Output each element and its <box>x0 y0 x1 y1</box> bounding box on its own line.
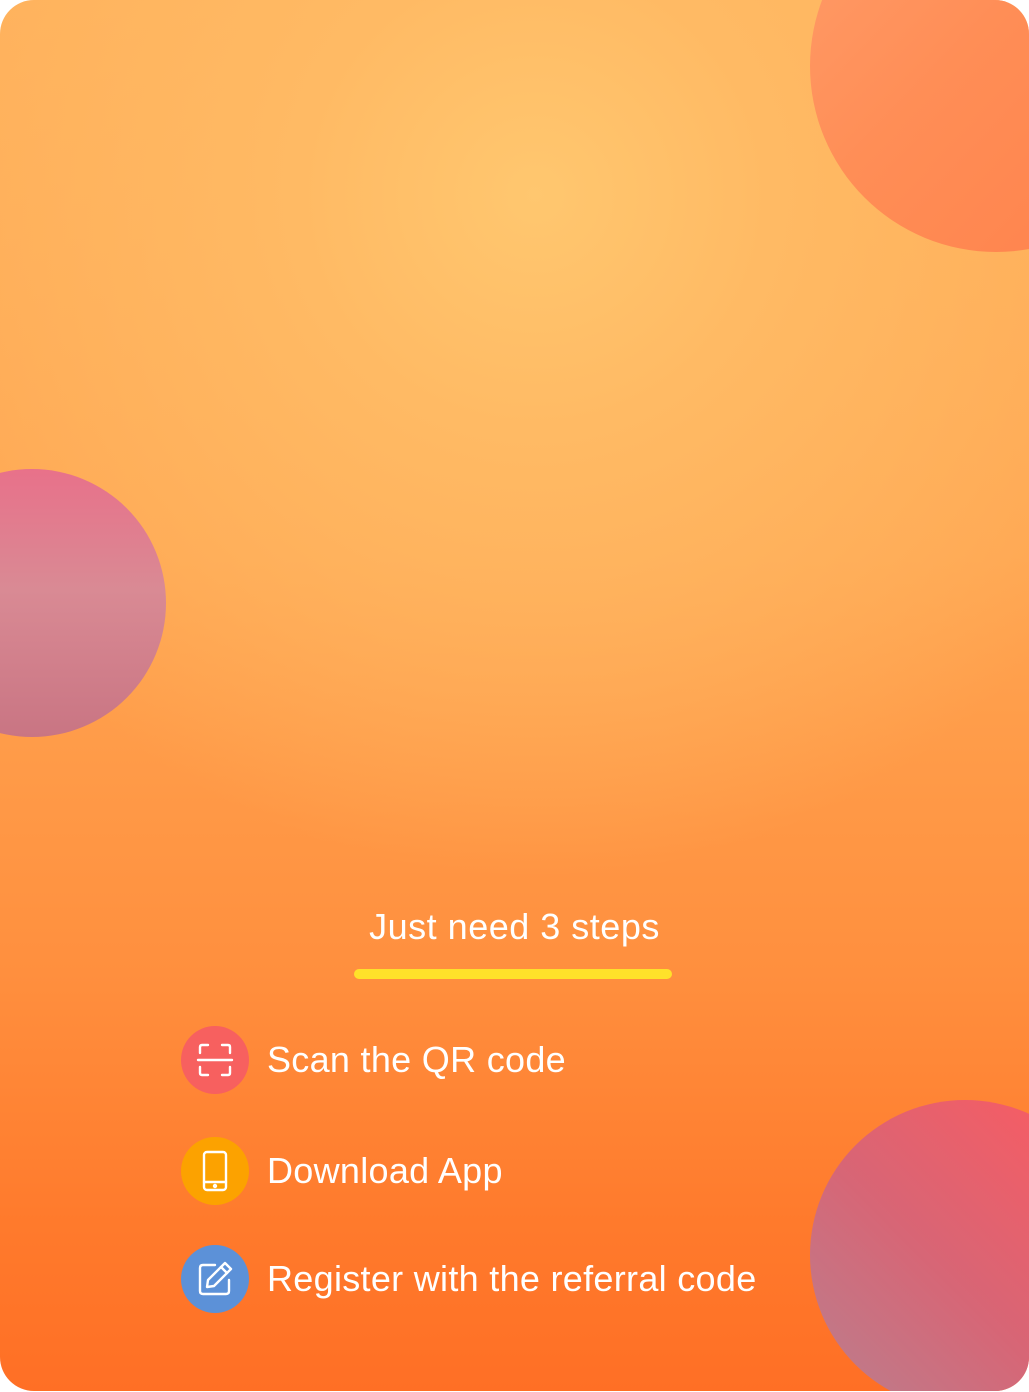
step-label: Download App <box>267 1150 503 1191</box>
step-label: Register with the referral code <box>267 1258 757 1299</box>
step-scan-qr: Scan the QR code <box>181 1026 566 1094</box>
edit-icon <box>181 1245 249 1313</box>
step-label: Scan the QR code <box>267 1039 566 1080</box>
decorative-circle-top-right <box>810 0 1029 252</box>
phone-icon <box>181 1137 249 1205</box>
decorative-circle-left <box>0 469 166 737</box>
invite-card: Just need 3 steps Scan the QR code Downl… <box>0 0 1029 1391</box>
heading-underline <box>354 969 672 979</box>
step-register: Register with the referral code <box>181 1245 757 1313</box>
decorative-circle-bottom-right <box>810 1100 1029 1391</box>
qr-scan-icon <box>181 1026 249 1094</box>
step-download-app: Download App <box>181 1137 503 1205</box>
steps-heading: Just need 3 steps <box>369 906 660 947</box>
